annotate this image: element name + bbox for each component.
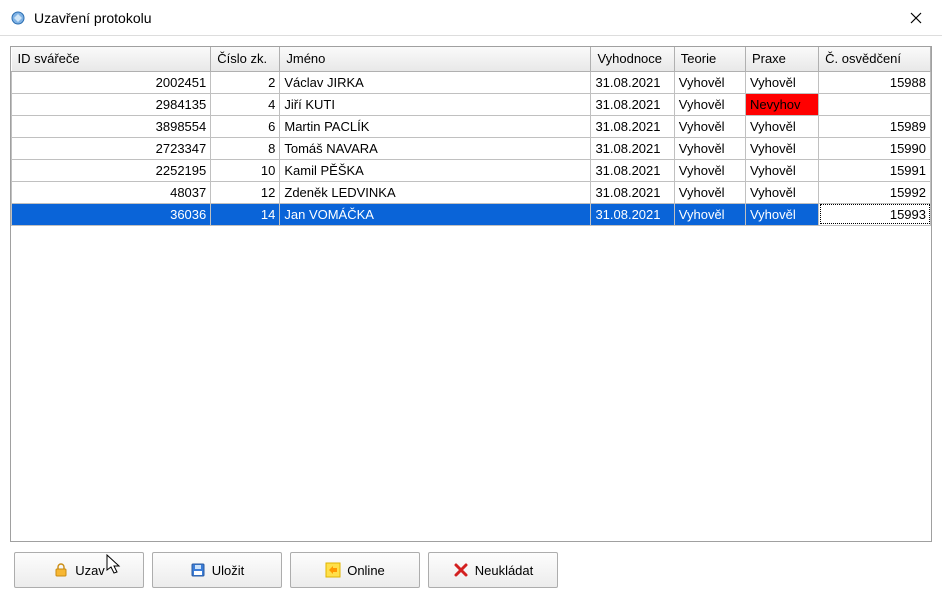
cell-cert[interactable]: 15992: [819, 181, 931, 203]
table-row[interactable]: 4803712Zdeněk LEDVINKA31.08.2021VyhovělV…: [12, 181, 931, 203]
cell-cert[interactable]: 15990: [819, 137, 931, 159]
cell-theory[interactable]: Vyhověl: [674, 71, 745, 93]
cell-practice[interactable]: Vyhověl: [745, 137, 818, 159]
data-table[interactable]: ID svářeče Číslo zk. Jméno Vyhodnoce Teo…: [11, 47, 931, 226]
cell-practice[interactable]: Vyhověl: [745, 115, 818, 137]
cell-eval[interactable]: 31.08.2021: [591, 93, 674, 115]
close-button[interactable]: [896, 4, 936, 32]
titlebar: Uzavření protokolu: [0, 0, 942, 36]
cell-name[interactable]: Martin PACLÍK: [280, 115, 591, 137]
cell-theory[interactable]: Vyhověl: [674, 137, 745, 159]
cell-id[interactable]: 2252195: [12, 159, 211, 181]
cell-practice[interactable]: Nevyhov: [745, 93, 818, 115]
table-row[interactable]: 29841354Jiří KUTI31.08.2021VyhovělNevyho…: [12, 93, 931, 115]
cell-practice[interactable]: Vyhověl: [745, 159, 818, 181]
cell-name[interactable]: Jan VOMÁČKA: [280, 203, 591, 225]
cell-eval[interactable]: 31.08.2021: [591, 159, 674, 181]
col-practice[interactable]: Praxe: [745, 47, 818, 71]
cell-num[interactable]: 10: [211, 159, 280, 181]
no-save-button[interactable]: Neukládat: [428, 552, 558, 588]
cell-id[interactable]: 48037: [12, 181, 211, 203]
window-title: Uzavření protokolu: [34, 10, 896, 26]
table-container[interactable]: ID svářeče Číslo zk. Jméno Vyhodnoce Teo…: [10, 46, 932, 542]
lock-icon: [53, 562, 69, 578]
cell-eval[interactable]: 31.08.2021: [591, 137, 674, 159]
close-lock-button[interactable]: Uzav: [14, 552, 144, 588]
table-row[interactable]: 225219510Kamil PĚŠKA31.08.2021VyhovělVyh…: [12, 159, 931, 181]
cell-id[interactable]: 2984135: [12, 93, 211, 115]
content-area: ID svářeče Číslo zk. Jméno Vyhodnoce Teo…: [0, 36, 942, 542]
close-lock-label: Uzav: [75, 563, 105, 578]
cell-cert[interactable]: 15991: [819, 159, 931, 181]
col-theory[interactable]: Teorie: [674, 47, 745, 71]
cell-num[interactable]: 2: [211, 71, 280, 93]
online-label: Online: [347, 563, 385, 578]
cell-cert[interactable]: 15989: [819, 115, 931, 137]
cell-name[interactable]: Zdeněk LEDVINKA: [280, 181, 591, 203]
cell-num[interactable]: 6: [211, 115, 280, 137]
cell-theory[interactable]: Vyhověl: [674, 159, 745, 181]
no-save-label: Neukládat: [475, 563, 534, 578]
col-cert[interactable]: Č. osvědčení: [819, 47, 931, 71]
col-name[interactable]: Jméno: [280, 47, 591, 71]
cell-id[interactable]: 36036: [12, 203, 211, 225]
online-button[interactable]: Online: [290, 552, 420, 588]
table-header-row: ID svářeče Číslo zk. Jméno Vyhodnoce Teo…: [12, 47, 931, 71]
cell-id[interactable]: 2723347: [12, 137, 211, 159]
cell-cert[interactable]: 15988: [819, 71, 931, 93]
cell-num[interactable]: 4: [211, 93, 280, 115]
save-icon: [190, 562, 206, 578]
cell-theory[interactable]: Vyhověl: [674, 93, 745, 115]
app-icon: [10, 10, 26, 26]
cell-eval[interactable]: 31.08.2021: [591, 115, 674, 137]
table-row[interactable]: 38985546Martin PACLÍK31.08.2021VyhovělVy…: [12, 115, 931, 137]
cell-id[interactable]: 3898554: [12, 115, 211, 137]
cell-practice[interactable]: Vyhověl: [745, 203, 818, 225]
cell-name[interactable]: Jiří KUTI: [280, 93, 591, 115]
cell-num[interactable]: 12: [211, 181, 280, 203]
col-num[interactable]: Číslo zk.: [211, 47, 280, 71]
cell-eval[interactable]: 31.08.2021: [591, 203, 674, 225]
cancel-icon: [453, 562, 469, 578]
cell-eval[interactable]: 31.08.2021: [591, 71, 674, 93]
cell-name[interactable]: Václav JIRKA: [280, 71, 591, 93]
cell-theory[interactable]: Vyhověl: [674, 181, 745, 203]
cell-practice[interactable]: Vyhověl: [745, 71, 818, 93]
col-eval[interactable]: Vyhodnoce: [591, 47, 674, 71]
save-button[interactable]: Uložit: [152, 552, 282, 588]
cell-theory[interactable]: Vyhověl: [674, 115, 745, 137]
cell-name[interactable]: Tomáš NAVARA: [280, 137, 591, 159]
cell-cert[interactable]: [819, 93, 931, 115]
cell-id[interactable]: 2002451: [12, 71, 211, 93]
table-row[interactable]: 27233478Tomáš NAVARA31.08.2021VyhovělVyh…: [12, 137, 931, 159]
col-id[interactable]: ID svářeče: [12, 47, 211, 71]
cell-cert[interactable]: 15993: [819, 203, 931, 225]
online-icon: [325, 562, 341, 578]
save-label: Uložit: [212, 563, 245, 578]
table-row[interactable]: 20024512Václav JIRKA31.08.2021VyhovělVyh…: [12, 71, 931, 93]
table-row[interactable]: 3603614Jan VOMÁČKA31.08.2021VyhovělVyhov…: [12, 203, 931, 225]
cell-num[interactable]: 14: [211, 203, 280, 225]
cell-theory[interactable]: Vyhověl: [674, 203, 745, 225]
cell-name[interactable]: Kamil PĚŠKA: [280, 159, 591, 181]
cell-num[interactable]: 8: [211, 137, 280, 159]
cell-practice[interactable]: Vyhověl: [745, 181, 818, 203]
footer-toolbar: Uzav Uložit Online Neukládat: [0, 542, 942, 600]
cell-eval[interactable]: 31.08.2021: [591, 181, 674, 203]
